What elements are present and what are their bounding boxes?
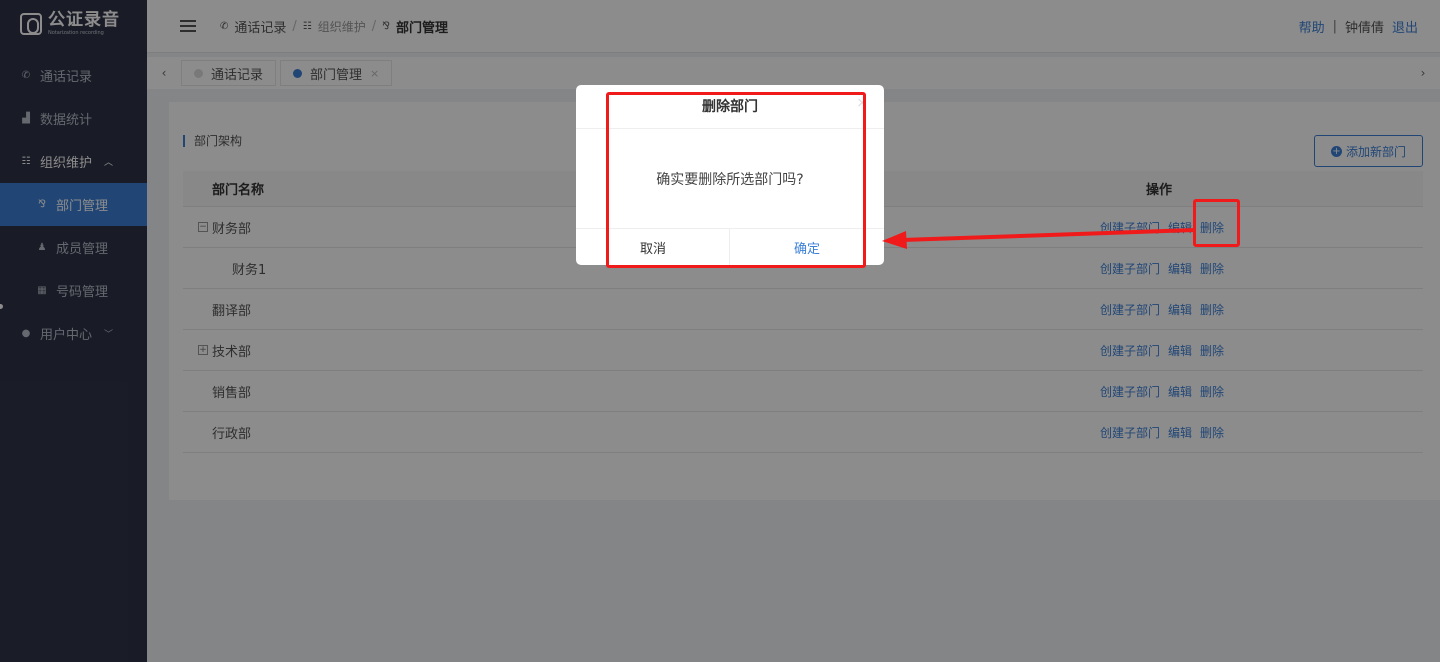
annotation-box-delete	[1193, 199, 1240, 247]
annotation-box-dialog	[606, 92, 866, 268]
annotation-arrow	[882, 228, 1196, 249]
